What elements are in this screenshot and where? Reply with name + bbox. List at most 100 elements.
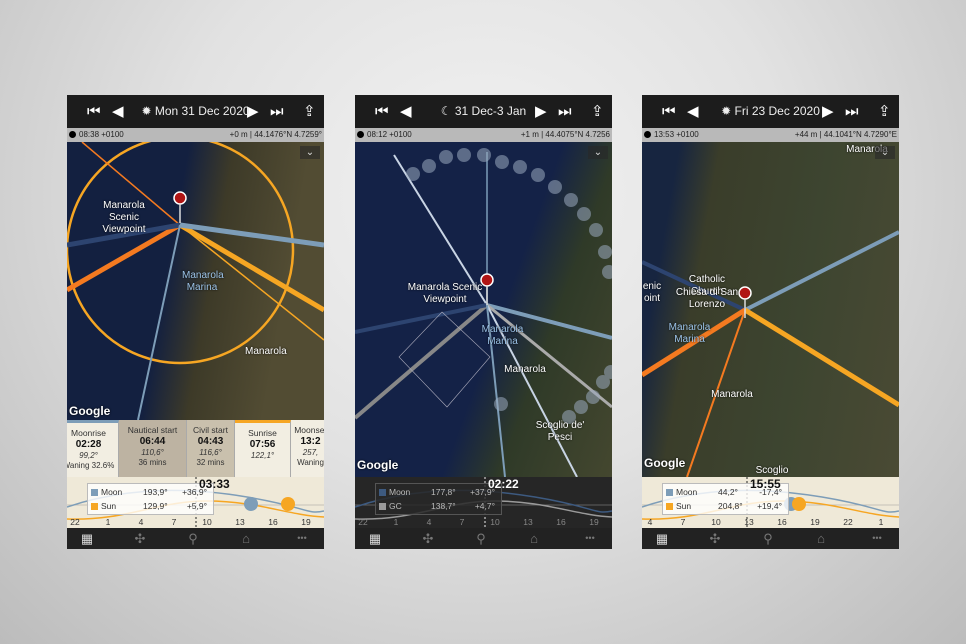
map-view[interactable]: Manarola Scenic Viewpoint Manarola Marina…: [355, 142, 612, 477]
phone-screen-3: ⏮ ◀ ▶ ⏭ ⇪ ✹ Fri 23 Dec 2020 13:53 +0100 +44 m |…: [642, 95, 899, 549]
time-text: 13:53 +0100: [654, 130, 699, 139]
collapse-chevron-button[interactable]: ⌄: [588, 146, 608, 159]
google-logo: Google: [69, 404, 111, 418]
legend-name: Sun: [676, 501, 692, 511]
date-label[interactable]: ✹ Fri 23 Dec 2020: [642, 104, 899, 118]
time-text: 08:12 +0100: [367, 130, 412, 139]
event-card[interactable]: Civil start 04:43 116,6° 32 mins: [187, 420, 235, 477]
google-logo: Google: [357, 458, 399, 472]
bottom-tab-bar: ▦ ✣ ⚲ ⌂ •••: [642, 528, 899, 549]
map-label: Scoglio: [755, 465, 789, 476]
time-text: 08:38 +0100: [79, 130, 124, 139]
hour-tick: 16: [777, 517, 787, 527]
event-time: 02:28: [75, 439, 102, 450]
event-title: Moonset: [294, 425, 324, 435]
hour-tick: 4: [647, 517, 653, 527]
map-label: Manarola Scenic Viewpoint: [102, 200, 146, 235]
sun-position-icon: [69, 131, 76, 138]
position-legend: Moon 193,9° +36,9° Sun 129,9° +5,9°: [87, 483, 214, 515]
hour-tick: 13: [523, 517, 533, 527]
legend-name: Moon: [101, 487, 123, 497]
legend-azimuth: 129,9°: [143, 501, 168, 511]
legend-elevation: +4,7°: [474, 501, 495, 511]
event-title: Nautical start: [127, 425, 178, 435]
date-header: ⏮ ◀ ▶ ⏭ ⇪ ✹ Mon 31 Dec 2020: [67, 95, 324, 128]
collapse-chevron-button[interactable]: ⌄: [875, 146, 895, 159]
tab-search-icon[interactable]: ⚲: [758, 530, 778, 547]
tab-map-icon[interactable]: ▦: [77, 530, 97, 547]
status-bar: 08:12 +0100 +1 m | 44.4075°N 4.7256: [355, 128, 612, 142]
location-readout: +0 m | 44.1476°N 4.7259°: [229, 130, 322, 139]
hour-tick: 7: [171, 517, 177, 527]
sun-position-icon: [644, 131, 651, 138]
status-bar: 13:53 +0100 +44 m | 44.1041°N 4.7290°E: [642, 128, 899, 142]
hour-tick: 1: [105, 517, 111, 527]
hour-tick: 7: [680, 517, 686, 527]
legend-row-gc: GC 138,7° +4,7°: [379, 500, 499, 513]
bottom-tab-bar: ▦ ✣ ⚲ ⌂ •••: [67, 528, 324, 549]
collapse-chevron-button[interactable]: ⌄: [300, 146, 320, 159]
tab-planner-icon[interactable]: ⌂: [811, 530, 831, 547]
tab-search-icon[interactable]: ⚲: [183, 530, 203, 547]
map-view[interactable]: Catholic Church Chiesa di San Lorenzo enic…: [642, 142, 899, 477]
map-label: enic oint: [642, 281, 662, 304]
phone-screen-1: ⏮ ◀ ▶ ⏭ ⇪ ✹ Mon 31 Dec 2020 08:38 +0100 +0 m | …: [67, 95, 324, 549]
event-detail: 32 mins: [196, 458, 225, 467]
map-label: Manarola Scenic Viewpoint: [407, 282, 483, 305]
legend-name: GC: [389, 501, 402, 511]
timeline-chart[interactable]: Moon 177,8° +37,9° GC 138,7° +4,7° 02:22 22 1 4 7 1…: [355, 477, 612, 528]
sun-icon: ✹: [721, 104, 735, 118]
time-readout: 08:38 +0100: [69, 128, 124, 142]
event-title: Moonrise: [71, 428, 106, 438]
legend-azimuth: 193,9°: [143, 487, 168, 497]
tab-more-icon[interactable]: •••: [577, 530, 603, 547]
event-detail: Waning 32.6%: [67, 461, 115, 470]
legend-name: Sun: [101, 501, 117, 511]
legend-azimuth: 44,2°: [718, 487, 738, 497]
tab-more-icon[interactable]: •••: [864, 530, 890, 547]
sun-position-icon: [357, 131, 364, 138]
date-header: ⏮ ◀ ▶ ⏭ ⇪ ☾ 31 Dec-3 Jan: [355, 95, 612, 128]
legend-azimuth: 204,8°: [718, 501, 743, 511]
date-label[interactable]: ✹ Mon 31 Dec 2020: [67, 104, 324, 118]
tab-map-icon[interactable]: ▦: [365, 530, 385, 547]
bottom-tab-bar: ▦ ✣ ⚲ ⌂ •••: [355, 528, 612, 549]
tab-3d-view-icon[interactable]: ✣: [130, 530, 150, 547]
hour-tick: 13: [744, 517, 754, 527]
timeline-chart[interactable]: Moon 193,9° +36,9° Sun 129,9° +5,9° 03:33 22 1 4 7…: [67, 477, 324, 528]
hour-tick: 16: [268, 517, 278, 527]
event-azimuth: 110,6°: [141, 448, 164, 457]
event-card[interactable]: Moonrise 02:28 99,2° Waning 32.6%: [67, 420, 119, 477]
legend-swatch: [666, 489, 673, 496]
event-detail: Waning: [297, 458, 324, 467]
timeline-chart[interactable]: Moon 44,2° -17,4° Sun 204,8° +19,4° 15:55 4 7 10 1…: [642, 477, 899, 528]
event-title: Sunrise: [248, 428, 277, 438]
date-text: Fri 23 Dec 2020: [734, 104, 820, 118]
hour-tick: 10: [202, 517, 212, 527]
tab-map-icon[interactable]: ▦: [652, 530, 672, 547]
event-card[interactable]: Moonset 13:2 257, Waning: [291, 420, 324, 477]
hour-tick: 16: [556, 517, 566, 527]
location-pin-icon[interactable]: [173, 191, 187, 205]
map-label: Manarola Marina: [182, 270, 224, 293]
tab-3d-view-icon[interactable]: ✣: [705, 530, 725, 547]
legend-row-sun: Sun 129,9° +5,9°: [91, 500, 211, 513]
hour-tick: 4: [426, 517, 432, 527]
tab-planner-icon[interactable]: ⌂: [236, 530, 256, 547]
legend-swatch: [379, 503, 386, 510]
legend-row-moon: Moon 177,8° +37,9°: [379, 486, 499, 499]
date-label[interactable]: ☾ 31 Dec-3 Jan: [355, 104, 612, 118]
event-card[interactable]: Sunrise 07:56 122,1°: [235, 420, 291, 477]
time-readout: 13:53 +0100: [644, 128, 699, 142]
legend-elevation: +19,4°: [757, 501, 782, 511]
legend-azimuth: 138,7°: [431, 501, 456, 511]
legend-name: Moon: [676, 487, 698, 497]
tab-more-icon[interactable]: •••: [289, 530, 315, 547]
event-card[interactable]: Nautical start 06:44 110,6° 36 mins: [119, 420, 187, 477]
legend-name: Moon: [389, 487, 411, 497]
date-text: 31 Dec-3 Jan: [454, 104, 527, 118]
tab-search-icon[interactable]: ⚲: [471, 530, 491, 547]
tab-3d-view-icon[interactable]: ✣: [418, 530, 438, 547]
map-view[interactable]: Manarola Scenic Viewpoint Manarola Marina…: [67, 142, 324, 420]
tab-planner-icon[interactable]: ⌂: [524, 530, 544, 547]
